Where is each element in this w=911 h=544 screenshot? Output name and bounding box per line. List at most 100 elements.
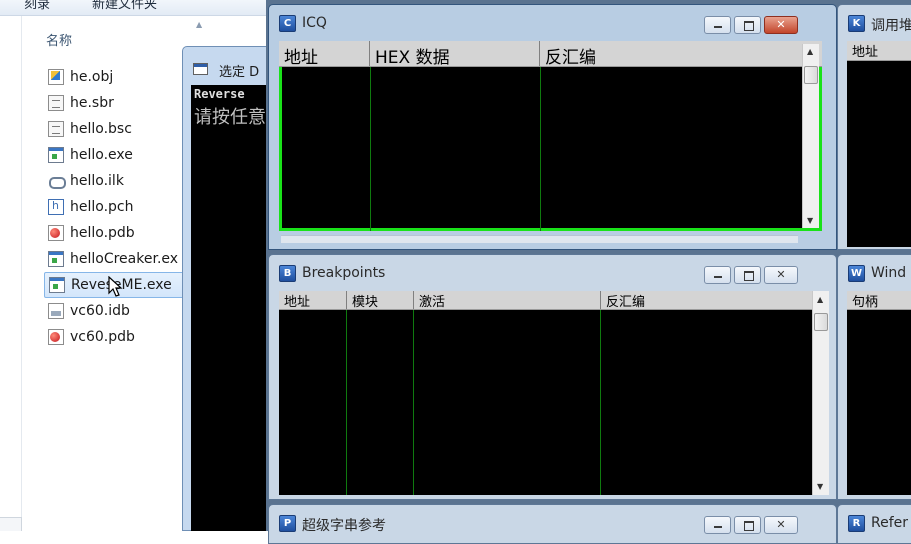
breakpoints-window-buttons xyxy=(704,266,801,284)
icq-horizontal-scrollbar[interactable] xyxy=(281,235,798,243)
call-stack-pane[interactable]: 地址 xyxy=(847,41,911,247)
doc-file-icon xyxy=(48,95,64,111)
scroll-thumb[interactable] xyxy=(814,313,828,331)
file-name: he.obj xyxy=(70,69,114,85)
console-line-2: 请按任意 xyxy=(194,107,266,128)
column-hex-data[interactable]: HEX 数据 xyxy=(370,41,540,66)
console-line-1: Reverse xyxy=(194,87,245,101)
minimize-button[interactable] xyxy=(704,266,731,284)
column-disassembly[interactable]: 反汇编 xyxy=(601,291,829,309)
icq-dump-pane[interactable]: 地址 HEX 数据 反汇编 ▲ ▼ xyxy=(279,41,822,231)
console-icon xyxy=(193,63,208,75)
icq-titlebar[interactable]: C ICQ xyxy=(269,5,836,35)
column-module[interactable]: 模块 xyxy=(347,291,414,309)
scroll-down-icon[interactable]: ▼ xyxy=(817,482,823,491)
references-title: Refer xyxy=(871,515,909,531)
column-header-name[interactable]: 名称 xyxy=(46,30,72,49)
close-button[interactable] xyxy=(764,16,798,34)
column-divider xyxy=(370,67,371,231)
column-divider xyxy=(413,310,414,495)
mouse-cursor-icon xyxy=(108,276,123,297)
file-name: hello.exe xyxy=(70,147,133,163)
exe-file-icon xyxy=(49,277,65,293)
navigation-pane xyxy=(0,16,22,531)
column-disassembly[interactable]: 反汇编 xyxy=(540,41,822,66)
column-address[interactable]: 地址 xyxy=(279,41,370,66)
sort-ascending-icon: ▲ xyxy=(196,20,203,29)
breakpoints-titlebar[interactable]: B Breakpoints xyxy=(269,255,836,285)
call-stack-titlebar[interactable]: K 调用堆 xyxy=(838,5,911,35)
minimize-button[interactable] xyxy=(704,16,731,34)
doc-file-icon xyxy=(48,121,64,137)
pdb-file-icon xyxy=(48,329,64,345)
windows-list-pane[interactable]: 句柄 xyxy=(847,291,911,495)
icq-window[interactable]: C ICQ 地址 HEX 数据 反汇编 ▲ ▼ xyxy=(268,4,837,250)
new-folder-button[interactable]: 新建文件夹 xyxy=(92,0,157,12)
console-window[interactable]: 选定 D Reverse 请按任意 xyxy=(182,46,273,531)
icq-window-buttons xyxy=(704,16,801,34)
column-divider xyxy=(540,67,541,231)
file-name: vc60.pdb xyxy=(70,329,135,345)
icq-window-title: ICQ xyxy=(302,15,327,31)
exe-file-icon xyxy=(48,147,64,163)
call-stack-header: 地址 xyxy=(847,41,911,61)
pdb-file-icon xyxy=(48,225,64,241)
scroll-up-icon[interactable]: ▲ xyxy=(817,295,823,304)
minimize-button[interactable] xyxy=(704,516,731,534)
explorer-toolbar: 刻录 新建文件夹 xyxy=(0,0,270,16)
debugger-mdi-area: C ICQ 地址 HEX 数据 反汇编 ▲ ▼ xyxy=(266,0,911,544)
file-name: vc60.idb xyxy=(70,303,130,319)
close-button[interactable] xyxy=(764,266,798,284)
scroll-down-icon[interactable]: ▼ xyxy=(807,216,813,225)
call-stack-window[interactable]: K 调用堆 地址 xyxy=(837,4,911,250)
breakpoints-window[interactable]: B Breakpoints 地址 模块 激活 反汇编 ▲ ▼ xyxy=(268,254,837,500)
column-divider xyxy=(346,310,347,495)
call-stack-icon: K xyxy=(848,15,865,32)
exe-file-icon xyxy=(48,251,64,267)
call-stack-title: 调用堆 xyxy=(871,18,911,34)
references-icon: R xyxy=(848,515,865,532)
console-output: Reverse 请按任意 xyxy=(191,85,273,531)
obj-file-icon xyxy=(48,69,64,85)
console-title: 选定 D xyxy=(219,65,260,80)
maximize-button[interactable] xyxy=(734,266,761,284)
column-handle[interactable]: 句柄 xyxy=(847,291,911,309)
breakpoints-window-title: Breakpoints xyxy=(302,265,386,281)
pch-file-icon xyxy=(48,199,64,215)
references-window[interactable]: R Refer xyxy=(837,504,911,544)
string-reference-title: 超级字串参考 xyxy=(302,518,386,534)
nav-pane-box xyxy=(0,517,22,531)
icq-window-icon: C xyxy=(279,15,296,32)
file-name: hello.bsc xyxy=(70,121,132,137)
close-button[interactable] xyxy=(764,516,798,534)
burn-button[interactable]: 刻录 xyxy=(24,0,50,12)
breakpoints-column-headers: 地址 模块 激活 反汇编 xyxy=(279,291,829,310)
column-address[interactable]: 地址 xyxy=(279,291,347,309)
string-reference-window[interactable]: P 超级字串参考 xyxy=(268,504,837,544)
file-name: he.sbr xyxy=(70,95,114,111)
column-divider xyxy=(600,310,601,495)
windows-list-titlebar[interactable]: W Wind xyxy=(838,255,911,285)
breakpoints-window-icon: B xyxy=(279,265,296,282)
breakpoints-pane[interactable]: 地址 模块 激活 反汇编 ▲ ▼ xyxy=(279,291,829,495)
icq-column-headers: 地址 HEX 数据 反汇编 xyxy=(279,41,822,67)
column-address[interactable]: 地址 xyxy=(847,41,911,60)
column-active[interactable]: 激活 xyxy=(414,291,601,309)
string-reference-icon: P xyxy=(279,515,296,532)
windows-list-window[interactable]: W Wind 句柄 xyxy=(837,254,911,500)
maximize-button[interactable] xyxy=(734,516,761,534)
maximize-button[interactable] xyxy=(734,16,761,34)
scroll-thumb[interactable] xyxy=(804,66,818,84)
breakpoints-vertical-scrollbar[interactable]: ▲ ▼ xyxy=(812,291,829,495)
file-name: hello.pdb xyxy=(70,225,135,241)
file-name: hello.pch xyxy=(70,199,134,215)
scroll-up-icon[interactable]: ▲ xyxy=(807,47,813,56)
windows-list-title: Wind xyxy=(871,265,907,281)
idb-file-icon xyxy=(48,303,64,319)
icq-vertical-scrollbar[interactable]: ▲ ▼ xyxy=(802,44,819,228)
ilk-file-icon xyxy=(48,173,66,189)
string-reference-buttons xyxy=(704,516,801,534)
file-name: hello.ilk xyxy=(70,173,124,189)
windows-list-header: 句柄 xyxy=(847,291,911,310)
windows-list-icon: W xyxy=(848,265,865,282)
